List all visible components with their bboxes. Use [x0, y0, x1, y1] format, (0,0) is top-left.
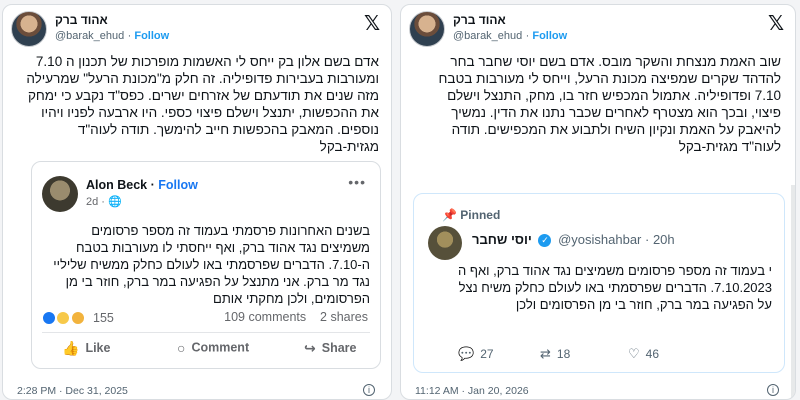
quoted-author-name[interactable]: יוסי שחבר: [472, 232, 532, 247]
like-reaction-icon: [42, 310, 56, 325]
tweet-timestamp[interactable]: 2:28 PM · Dec 31, 2025: [17, 385, 128, 397]
follow-button[interactable]: Follow: [134, 30, 169, 42]
tweet-footer: 2:28 PM · Dec 31, 2025 i: [17, 384, 375, 399]
like-button[interactable]: ♡ 46: [628, 346, 659, 362]
haha-reaction-icon: [56, 310, 71, 325]
repost-icon: ⇄: [540, 346, 551, 361]
tweet-header: אהוד ברק @barak_ehud · Follow 𝕏: [409, 11, 785, 51]
fb-post-text: בשנים האחרונות פרסמתי בעמוד זה מספר פרסו…: [53, 223, 370, 306]
x-logo-icon[interactable]: 𝕏: [363, 14, 381, 34]
quoted-author: יוסי שחבר ✓ @yosishahbar · 20h: [472, 232, 675, 248]
follow-button[interactable]: Follow: [532, 30, 567, 42]
author-name[interactable]: אהוד ברק: [453, 13, 567, 28]
comment-button[interactable]: ○ Comment: [177, 340, 249, 356]
reply-icon: 💬: [458, 346, 475, 361]
quoted-text: י בעמוד זה מספר פרסומים משמיצים נגד אהוד…: [458, 263, 772, 312]
like-button[interactable]: 👍 Like: [62, 340, 110, 357]
tweet-text: שוב האמת מנצחת והשקר מובס. אדם בשם יוסי …: [438, 54, 781, 154]
embedded-x-post[interactable]: 📌 Pinned יוסי שחבר ✓ @yosishahbar · 20h …: [413, 193, 785, 373]
quoted-action-bar: 💬 27 ⇄ 18 ♡ 46: [458, 346, 764, 364]
embedded-facebook-post[interactable]: Alon Beck · Follow 2d · 🌐 ••• בשנים האחר…: [31, 161, 381, 369]
x-logo-icon[interactable]: 𝕏: [767, 14, 785, 34]
info-icon[interactable]: i: [767, 384, 779, 396]
fb-stats: 155 109 comments 2 shares: [42, 310, 368, 328]
share-button[interactable]: ↪ Share: [304, 340, 356, 357]
quoted-handle[interactable]: @yosishahbar · 20h: [558, 232, 675, 247]
comment-icon: ○: [177, 340, 186, 356]
heart-icon: ♡: [628, 346, 640, 361]
comments-count[interactable]: 109 comments: [224, 310, 306, 324]
fb-follow-button[interactable]: Follow: [158, 178, 198, 192]
author-handle[interactable]: @barak_ehud: [55, 30, 124, 42]
fb-action-bar: 👍 Like ○ Comment ↪ Share: [42, 340, 370, 362]
sad-reaction-icon: [70, 310, 85, 325]
reactions-count: 155: [93, 310, 114, 325]
scrollbar[interactable]: [791, 185, 795, 399]
tweet-header: אהוד ברק @barak_ehud · Follow 𝕏: [11, 11, 381, 51]
pin-icon: 📌: [442, 208, 457, 222]
tweet-timestamp[interactable]: 11:12 AM · Jan 20, 2026: [415, 385, 529, 397]
shares-count[interactable]: 2 shares: [320, 310, 368, 324]
share-icon: ↪: [304, 340, 316, 356]
divider: [42, 332, 370, 333]
avatar[interactable]: [42, 176, 78, 212]
author-block: אהוד ברק @barak_ehud · Follow: [55, 13, 170, 42]
repost-button[interactable]: ⇄ 18: [540, 346, 570, 362]
tweet-footer: 11:12 AM · Jan 20, 2026 i: [415, 384, 779, 399]
tweet-text: אדם בשם אלון בק ייחס לי האשמות מופרכות ש…: [26, 54, 379, 154]
author-name[interactable]: אהוד ברק: [55, 13, 169, 28]
comments-shares: 109 comments 2 shares: [224, 310, 368, 324]
verified-icon: ✓: [538, 234, 552, 248]
author-handle[interactable]: @barak_ehud: [453, 30, 522, 42]
avatar[interactable]: [428, 226, 462, 260]
fb-post-meta: 2d · 🌐: [86, 196, 122, 208]
pinned-label: 📌 Pinned: [442, 208, 501, 222]
author-block: אהוד ברק @barak_ehud · Follow: [453, 13, 568, 42]
right-tweet-card: אהוד ברק @barak_ehud · Follow 𝕏 שוב האמת…: [400, 4, 796, 400]
fb-author: Alon Beck · Follow: [86, 178, 198, 192]
like-icon: 👍: [62, 340, 80, 356]
reply-button[interactable]: 💬 27: [458, 346, 494, 362]
left-tweet-card: אהוד ברק @barak_ehud · Follow 𝕏 אדם בשם …: [2, 4, 392, 400]
more-options-icon[interactable]: •••: [348, 174, 366, 190]
info-icon[interactable]: i: [363, 384, 375, 396]
avatar[interactable]: [11, 11, 47, 47]
avatar[interactable]: [409, 11, 445, 47]
reactions[interactable]: 155: [42, 310, 114, 325]
fb-author-name[interactable]: Alon Beck: [86, 178, 147, 192]
